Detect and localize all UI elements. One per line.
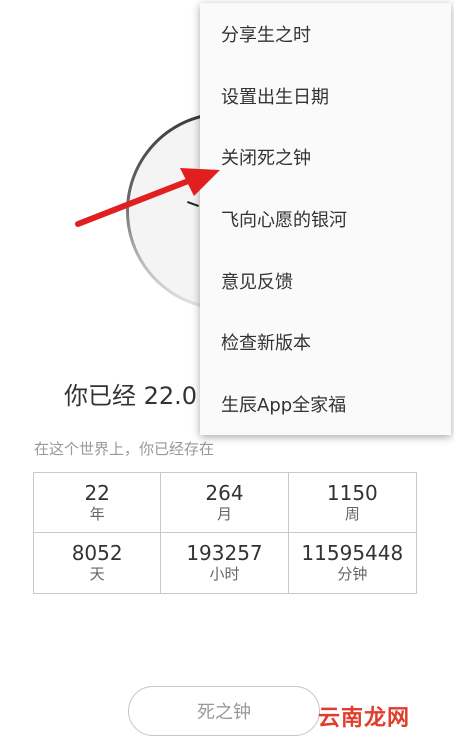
stat-value: 264 xyxy=(205,480,244,505)
watermark-logo: 云南龙网 xyxy=(318,706,411,731)
menu-item-check-update[interactable]: 检查新版本 xyxy=(200,311,451,373)
stat-value: 1150 xyxy=(326,480,378,505)
age-text: 你已经 22.0 xyxy=(64,382,198,410)
stat-hours: 193257 小时 xyxy=(161,533,289,593)
menu-item-share[interactable]: 分享生之时 xyxy=(200,3,451,65)
stat-value: 22 xyxy=(84,480,110,505)
stat-years: 22 年 xyxy=(34,473,162,533)
stat-unit: 周 xyxy=(344,504,360,523)
death-clock-button[interactable]: 死之钟 xyxy=(128,686,320,736)
stat-days: 8052 天 xyxy=(34,533,162,593)
red-arrow-annotation xyxy=(75,168,220,227)
overflow-menu: 分享生之时 设置出生日期 关闭死之钟 飞向心愿的银河 意见反馈 检查新版本 生辰… xyxy=(200,3,451,435)
stat-unit: 天 xyxy=(89,565,105,583)
stat-value: 193257 xyxy=(186,541,263,565)
stat-unit: 年 xyxy=(89,504,105,523)
life-stats-table: 22 年 264 月 1150 周 8052 天 193257 小时 11595… xyxy=(33,472,417,594)
menu-item-app-family[interactable]: 生辰App全家福 xyxy=(200,373,451,435)
stat-minutes: 11595448 分钟 xyxy=(289,533,416,593)
stat-unit: 月 xyxy=(216,504,232,523)
stat-value: 8052 xyxy=(71,541,123,565)
stat-weeks: 1150 周 xyxy=(288,473,416,533)
menu-item-wish-galaxy[interactable]: 飞向心愿的银河 xyxy=(200,188,451,250)
stat-unit: 小时 xyxy=(209,565,240,583)
stat-unit: 分钟 xyxy=(337,565,368,583)
menu-item-set-birthdate[interactable]: 设置出生日期 xyxy=(200,65,451,127)
stat-value: 11595448 xyxy=(301,541,404,565)
stat-months: 264 月 xyxy=(161,473,289,533)
menu-item-feedback[interactable]: 意见反馈 xyxy=(200,250,451,312)
menu-item-close-death-clock[interactable]: 关闭死之钟 xyxy=(200,126,451,188)
existence-subtitle: 在这个世界上，你已经存在 xyxy=(34,440,215,458)
